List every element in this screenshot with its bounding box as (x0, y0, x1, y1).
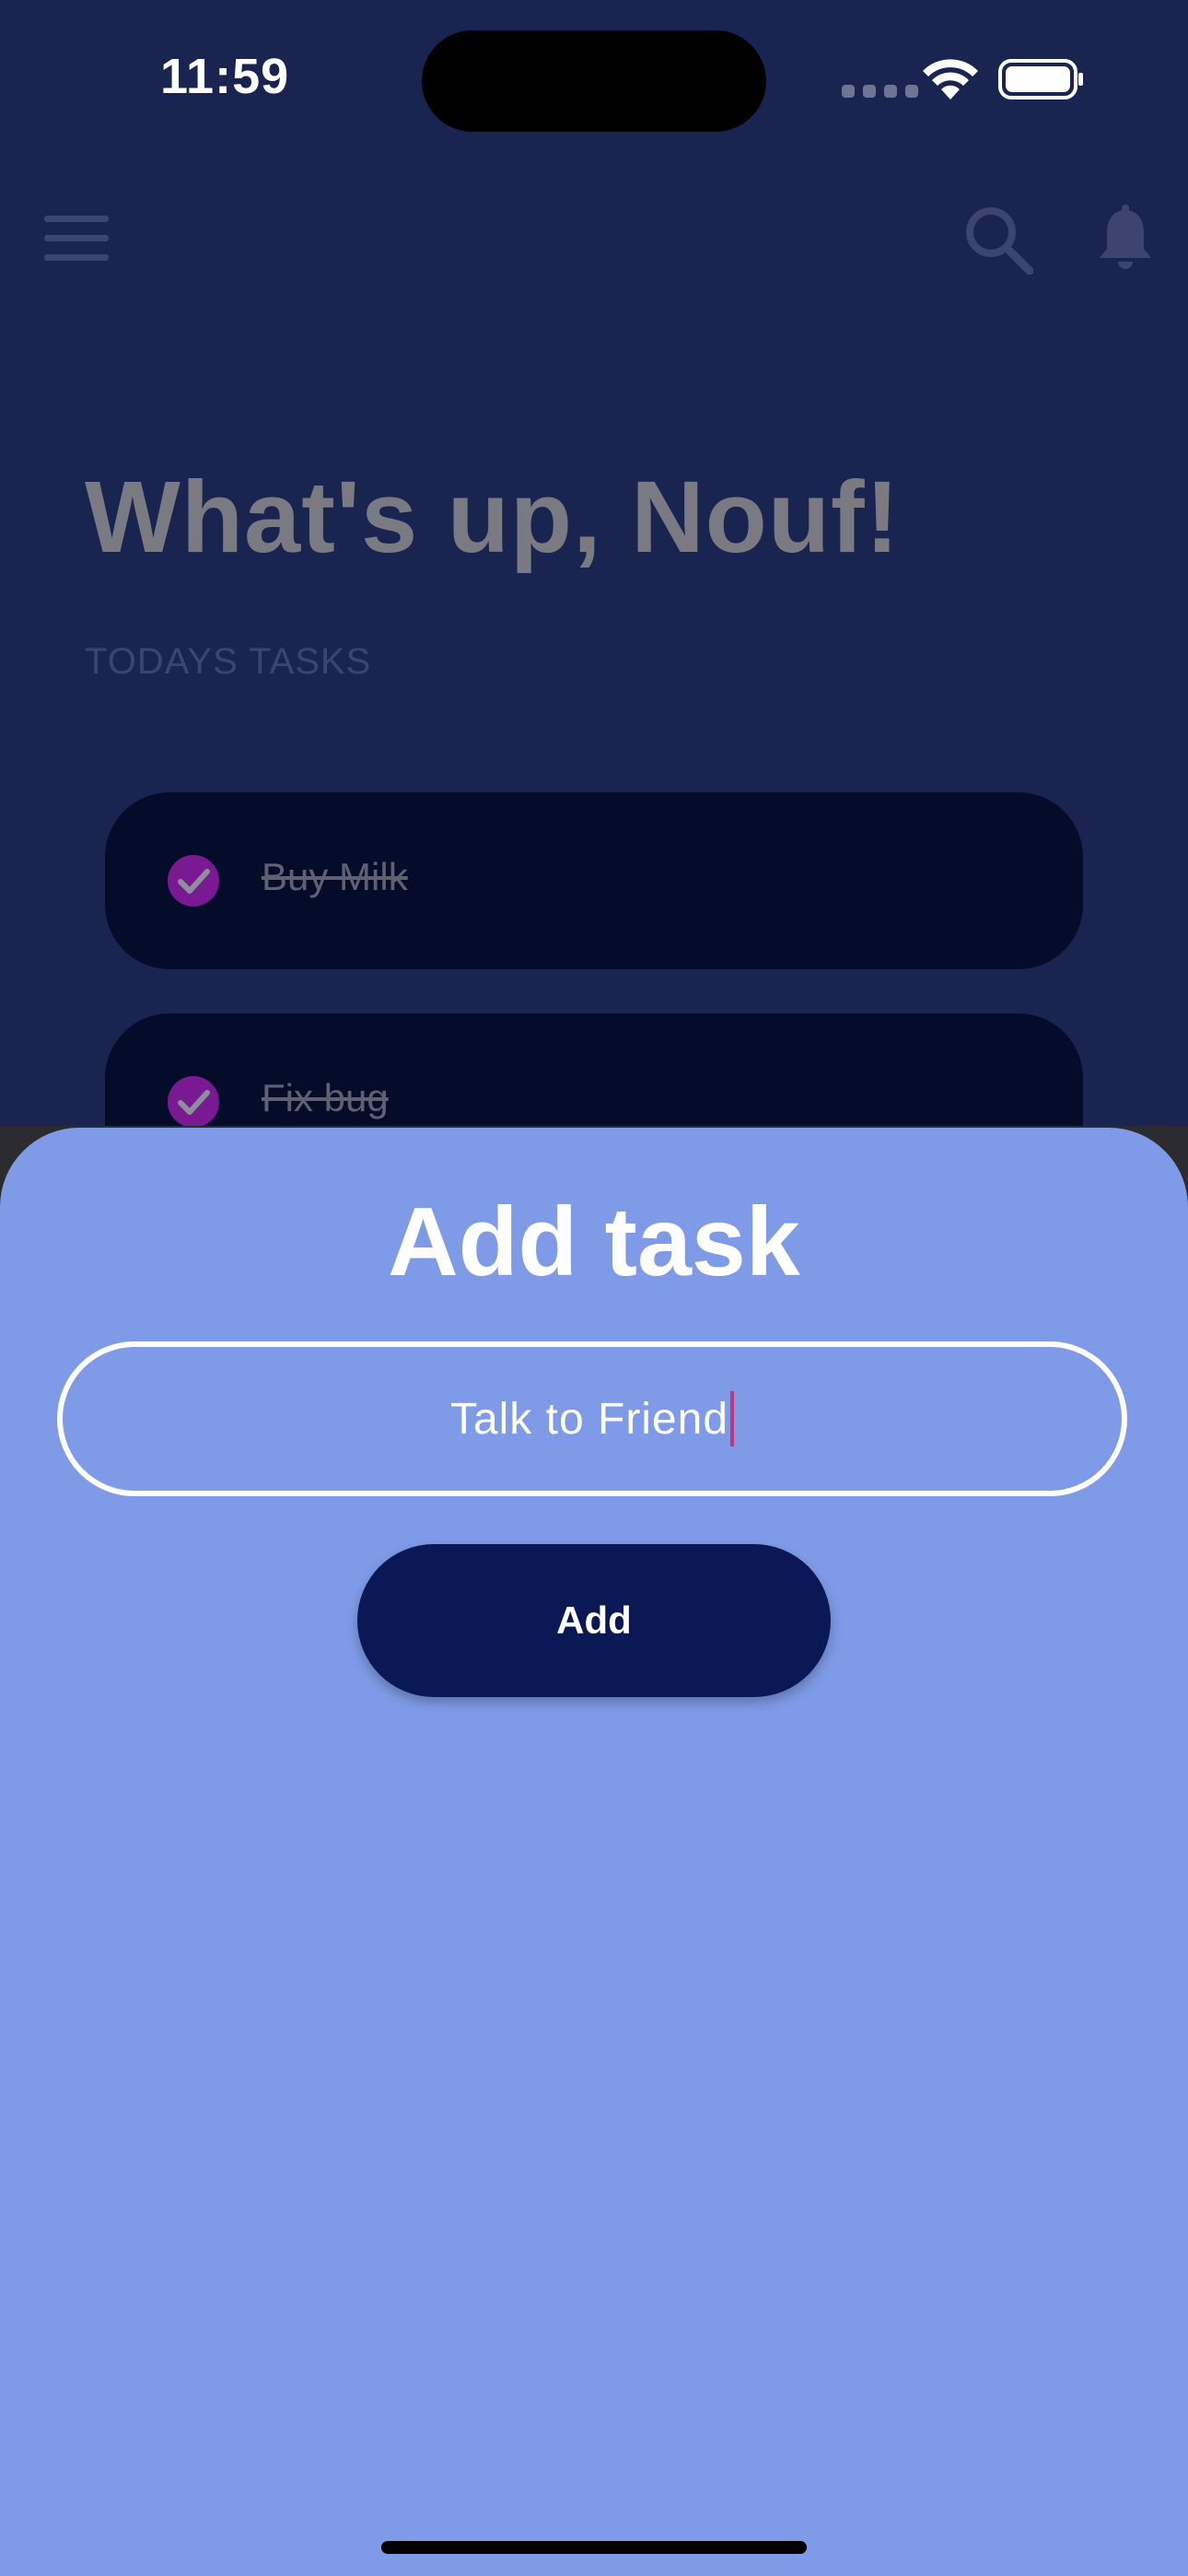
search-icon[interactable] (963, 205, 1033, 275)
add-button[interactable]: Add (357, 1544, 831, 1697)
check-icon (178, 869, 210, 894)
status-time: 11:59 (160, 49, 290, 104)
text-caret (730, 1391, 735, 1446)
sheet-title: Add task (388, 1188, 800, 1296)
wifi-icon (923, 59, 978, 100)
checkbox-checked[interactable] (168, 1076, 219, 1128)
checkbox-checked[interactable] (168, 855, 219, 907)
task-card[interactable]: Buy Milk (105, 792, 1083, 969)
cellular-signal-icon (842, 85, 918, 98)
dynamic-island (422, 30, 766, 132)
menu-icon[interactable] (42, 214, 111, 263)
battery-icon (998, 59, 1083, 100)
add-task-sheet: Add task Talk to Friend Add (0, 1128, 1188, 2576)
task-label: Fix bug (262, 1076, 389, 1119)
home-indicator[interactable] (381, 2541, 807, 2554)
task-label: Buy Milk (262, 855, 408, 898)
task-name-input[interactable]: Talk to Friend (57, 1341, 1127, 1496)
section-label: TODAYS TASKS (85, 641, 372, 682)
bell-icon[interactable] (1096, 205, 1155, 275)
greeting-title: What's up, Nouf! (85, 461, 901, 574)
app-screen: 11:59 What's up, Nouf! TODAYS TASKS Buy … (0, 0, 1188, 2576)
task-input-value: Talk to Friend (449, 1394, 729, 1444)
check-icon (178, 1090, 210, 1115)
